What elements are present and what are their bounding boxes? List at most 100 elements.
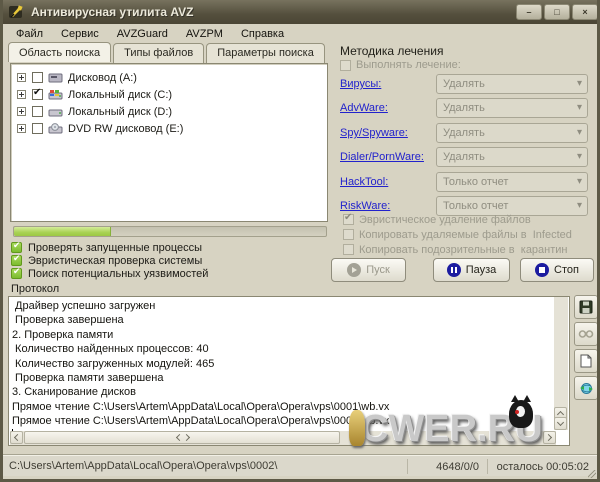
log-text: Драйвер успешно загружен Проверка заверш… (12, 299, 389, 429)
perform-treatment-checkbox-row[interactable]: Выполнять лечение: (340, 59, 461, 71)
tab-search-area[interactable]: Область поиска (8, 42, 111, 62)
hard-disk-icon (48, 106, 63, 118)
advware-action-select[interactable]: Удалять (436, 98, 588, 118)
protocol-title: Протокол (11, 283, 59, 295)
treatment-row-hacktool: HackTool: Только отчет (335, 172, 593, 192)
tab-file-types[interactable]: Типы файлов (113, 43, 204, 63)
search-log-button[interactable] (574, 322, 598, 346)
vertical-scrollbar[interactable] (554, 297, 568, 430)
expand-icon[interactable] (17, 124, 26, 133)
save-icon (579, 300, 593, 314)
tab-search-params[interactable]: Параметры поиска (206, 43, 325, 63)
status-counter: 4648/0/0 (407, 459, 487, 474)
dvd-drive-icon (48, 123, 63, 135)
pause-button-label: Пауза (466, 264, 497, 276)
option-label: Эвристическая проверка системы (28, 255, 202, 267)
resize-grip[interactable] (588, 470, 596, 478)
tree-row-drive-d[interactable]: Локальный диск (D:) (11, 103, 327, 120)
tree-row-drive-e[interactable]: DVD RW дисковод (E:) (11, 120, 327, 137)
maximize-button[interactable]: □ (544, 4, 570, 20)
option-copy-to-infected[interactable]: Копировать удаляемые файлы в Infected (343, 228, 572, 241)
dialer-link[interactable]: Dialer/PornWare: (340, 151, 424, 163)
cat-mascot (499, 398, 533, 428)
tree-row-drive-a[interactable]: Дисковод (A:) (11, 69, 327, 86)
hacktool-link[interactable]: HackTool: (340, 176, 388, 188)
option-label: Эвристическое удаление файлов (359, 214, 531, 226)
play-icon (347, 263, 361, 277)
scroll-left-button[interactable] (10, 431, 23, 444)
treatment-row-spyware: Spy/Spyware: Удалять (335, 123, 593, 143)
riskware-link[interactable]: RiskWare: (340, 200, 390, 212)
spyware-action-select[interactable]: Удалять (436, 123, 588, 143)
drive-e-checkbox[interactable] (32, 123, 43, 134)
tab-strip: Область поиска Типы файлов Параметры пои… (8, 43, 327, 63)
menu-help[interactable]: Справка (232, 26, 293, 42)
drive-tree: Дисковод (A:) Локальный диск (C:) Локаль (10, 63, 328, 222)
clear-log-button[interactable] (574, 349, 598, 373)
globe-icon (579, 381, 594, 396)
status-bar: C:\Users\Artem\AppData\Local\Opera\Opera… (3, 455, 597, 476)
floppy-drive-icon (48, 72, 63, 84)
expand-icon[interactable] (17, 107, 26, 116)
tree-item-label: Дисковод (A:) (68, 72, 137, 84)
tree-item-label: Локальный диск (C:) (68, 89, 172, 101)
scroll-right-button[interactable] (543, 431, 556, 444)
scrollbar-thumb[interactable] (24, 431, 340, 444)
progress-fill (14, 227, 111, 236)
title-bar[interactable]: Антивирусная утилита AVZ – □ × (3, 0, 600, 24)
expand-icon[interactable] (17, 73, 26, 82)
drive-d-checkbox[interactable] (32, 106, 43, 117)
scroll-down-button[interactable] (554, 417, 567, 430)
option-copy-to-quarantine[interactable]: Копировать подозрительные в карантин (343, 243, 568, 256)
perform-treatment-label: Выполнять лечение: (356, 59, 461, 71)
stop-button[interactable]: Стоп (520, 258, 594, 282)
menu-service[interactable]: Сервис (52, 26, 108, 42)
copy-infected-checkbox[interactable] (343, 229, 354, 240)
dialer-action-select[interactable]: Удалять (436, 147, 588, 167)
spyware-link[interactable]: Spy/Spyware: (340, 127, 408, 139)
option-label: Копировать подозрительные в карантин (359, 244, 568, 256)
tree-row-drive-c[interactable]: Локальный диск (C:) (11, 86, 327, 103)
copy-quarantine-checkbox[interactable] (343, 244, 354, 255)
tree-item-label: DVD RW дисковод (E:) (68, 123, 183, 135)
drive-c-checkbox[interactable] (32, 89, 43, 100)
stop-button-label: Стоп (554, 264, 579, 276)
option-vulnerability-search[interactable]: Поиск потенциальных уязвимостей (11, 267, 208, 280)
start-button[interactable]: Пуск (331, 258, 406, 282)
system-disk-icon (48, 89, 63, 101)
option-label: Проверять запущенные процессы (28, 242, 202, 254)
new-document-icon (580, 354, 592, 368)
green-checkbox-icon[interactable] (11, 268, 22, 279)
option-heuristic-check[interactable]: Эвристическая проверка системы (11, 254, 202, 267)
viruses-action-select[interactable]: Удалять (436, 74, 588, 94)
app-icon (8, 4, 24, 20)
green-checkbox-icon[interactable] (11, 255, 22, 266)
status-current-path: C:\Users\Artem\AppData\Local\Opera\Opera… (3, 460, 407, 472)
menu-file[interactable]: Файл (7, 26, 52, 42)
menu-avzpm[interactable]: AVZPM (177, 26, 232, 42)
green-checkbox-icon[interactable] (11, 242, 22, 253)
expand-icon[interactable] (17, 90, 26, 99)
close-button[interactable]: × (572, 4, 598, 20)
hacktool-action-select[interactable]: Только отчет (436, 172, 588, 192)
advware-link[interactable]: AdvWare: (340, 102, 388, 114)
web-update-button[interactable] (574, 376, 598, 400)
window-title: Антивирусная утилита AVZ (31, 5, 514, 19)
option-heuristic-removal[interactable]: Эвристическое удаление файлов (343, 213, 531, 226)
drive-a-checkbox[interactable] (32, 72, 43, 83)
heuristic-removal-checkbox[interactable] (343, 214, 354, 225)
avz-window: Антивирусная утилита AVZ – □ × Файл Серв… (0, 0, 600, 482)
treatment-row-advware: AdvWare: Удалять (335, 98, 593, 118)
scan-progress-bar (13, 226, 327, 237)
viruses-link[interactable]: Вирусы: (340, 78, 381, 90)
save-log-button[interactable] (574, 295, 598, 319)
treatment-row-dialer: Dialer/PornWare: Удалять (335, 147, 593, 167)
option-label: Копировать удаляемые файлы в Infected (359, 229, 572, 241)
pause-button[interactable]: Пауза (433, 258, 510, 282)
perform-treatment-checkbox[interactable] (340, 60, 351, 71)
tree-item-label: Локальный диск (D:) (68, 106, 172, 118)
option-check-processes[interactable]: Проверять запущенные процессы (11, 241, 202, 254)
minimize-button[interactable]: – (516, 4, 542, 20)
menu-avzguard[interactable]: AVZGuard (108, 26, 177, 42)
treatment-title: Методика лечения (340, 44, 443, 58)
